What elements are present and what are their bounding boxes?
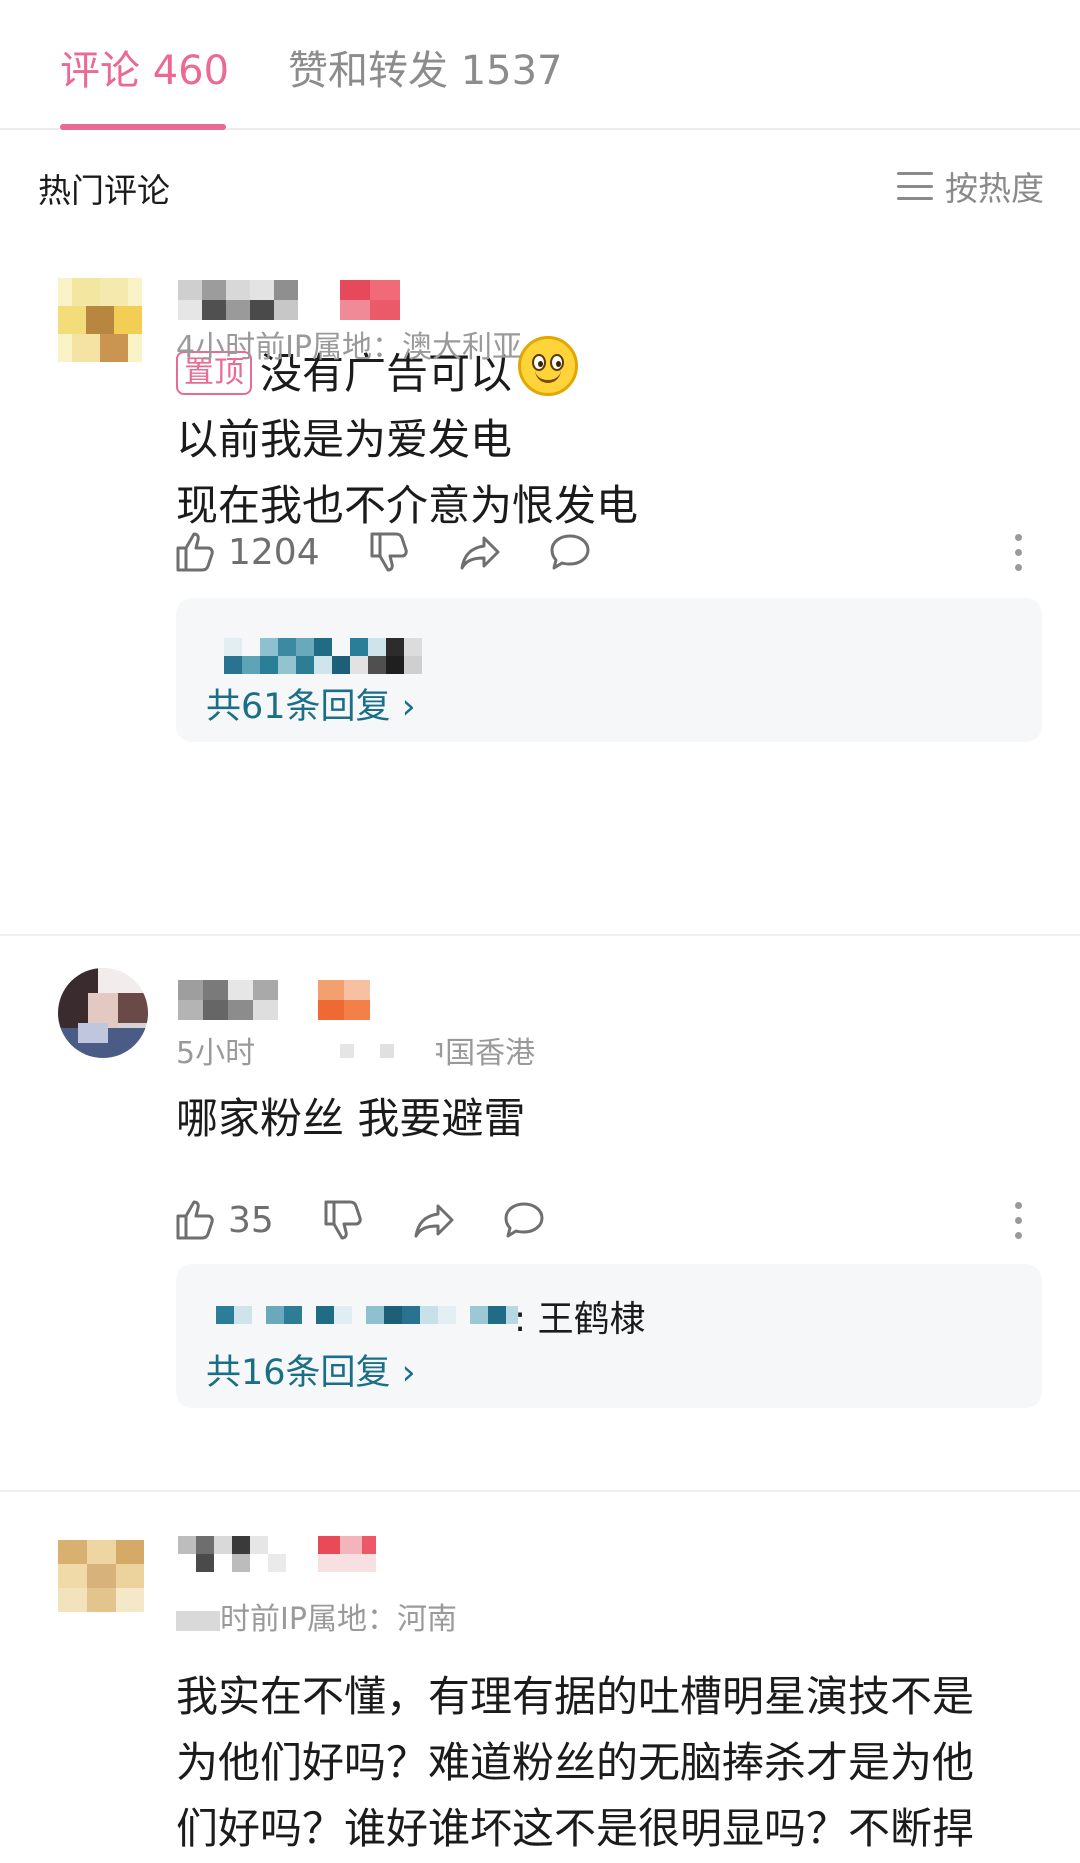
username-redacted[interactable] [178,980,378,1020]
comment-line: 我实在不懂，有理有据的吐槽明星演技不是 [176,1672,975,1721]
smiley-face-emoji [518,336,579,396]
like-button[interactable]: 1204 [172,528,320,576]
action-bar: 35 [172,1192,548,1248]
view-replies-link[interactable]: 共16条回复 › [206,1344,416,1395]
thumbs-down-icon [370,532,408,572]
avatar[interactable] [58,278,142,362]
section-header: 热门评论 按热度 [0,130,1080,240]
reply-button[interactable] [546,528,594,576]
chat-bubble-icon [550,534,590,570]
comment-body: 置顶 没有广告可以 以前我是为爱发电 现在我也不介意为恨发电 [176,336,638,539]
share-arrow-icon [414,1204,454,1238]
menu-lines-icon [897,172,933,200]
reply-preview-redacted [208,638,448,678]
comment-item: 置顶 没有广告可以 以前我是为爱发电 现在我也不介意为恨发电 1204 共61条… [0,240,1080,930]
thumbs-up-icon [176,532,214,572]
like-count: 35 [228,1199,274,1241]
username-redacted[interactable] [178,1536,378,1576]
more-options-button[interactable] [1008,524,1028,580]
like-count: 1204 [228,531,320,573]
dislike-button[interactable] [320,1196,368,1244]
reply-button[interactable] [500,1196,548,1244]
section-title: 热门评论 [38,171,170,210]
username-redacted[interactable] [178,280,400,320]
meta-redaction [256,1034,436,1066]
comment-body: 哪家粉丝 我要避雷 [176,1086,525,1152]
comment-meta: 时前IP属地：河南 [176,1594,457,1638]
action-bar: 1204 [172,524,594,580]
chat-bubble-icon [504,1202,544,1238]
comment-line: 为他们好吗？难道粉丝的无脑捧杀才是为他 [176,1738,975,1787]
avatar[interactable] [58,968,148,1058]
like-button[interactable]: 35 [172,1196,274,1244]
comment-item: 5小时前 中国香港 哪家粉丝 我要避雷 35: 王鹤棣 共16条回复 › [0,936,1080,1496]
share-button[interactable] [410,1196,458,1244]
sort-label: 按热度 [945,169,1044,208]
share-arrow-icon [460,536,500,570]
thumbs-up-icon [176,1200,214,1240]
dislike-button[interactable] [366,528,414,576]
sort-button[interactable]: 按热度 [897,162,1044,210]
reply-preview-text: : 王鹤棣 [514,1299,646,1340]
tab-comments[interactable]: 评论 460 [60,46,229,96]
avatar[interactable] [58,1540,144,1612]
comment-line: 们好吗？谁好谁坏这不是很明显吗？不断捍 [176,1804,975,1853]
view-replies-link[interactable]: 共61条回复 › [206,678,416,729]
more-options-button[interactable] [1008,1192,1028,1248]
comment-meta: 4小时前IP属地：澳大利亚 [176,330,523,365]
share-button[interactable] [456,528,504,576]
reply-preview-line: : 王鹤棣 [208,1294,768,1340]
reply-preview-box[interactable]: 共61条回复 › [176,598,1042,742]
tab-bar: 评论 460 赞和转发 1537 [0,0,1080,130]
comment-item: 时前IP属地：河南 我实在不懂，有理有据的吐槽明星演技不是 为他们好吗？难道粉丝… [0,1492,1080,1863]
reply-preview-box[interactable]: : 王鹤棣 共16条回复 › [176,1264,1042,1408]
comment-body: 我实在不懂，有理有据的吐槽明星演技不是 为他们好吗？难道粉丝的无脑捧杀才是为他 … [176,1664,974,1862]
thumbs-down-icon [324,1200,362,1240]
tab-likes-reposts[interactable]: 赞和转发 1537 [288,46,563,96]
comment-line: 哪家粉丝 我要避雷 [176,1094,526,1143]
comment-line: 以前我是为爱发电 [176,415,513,464]
